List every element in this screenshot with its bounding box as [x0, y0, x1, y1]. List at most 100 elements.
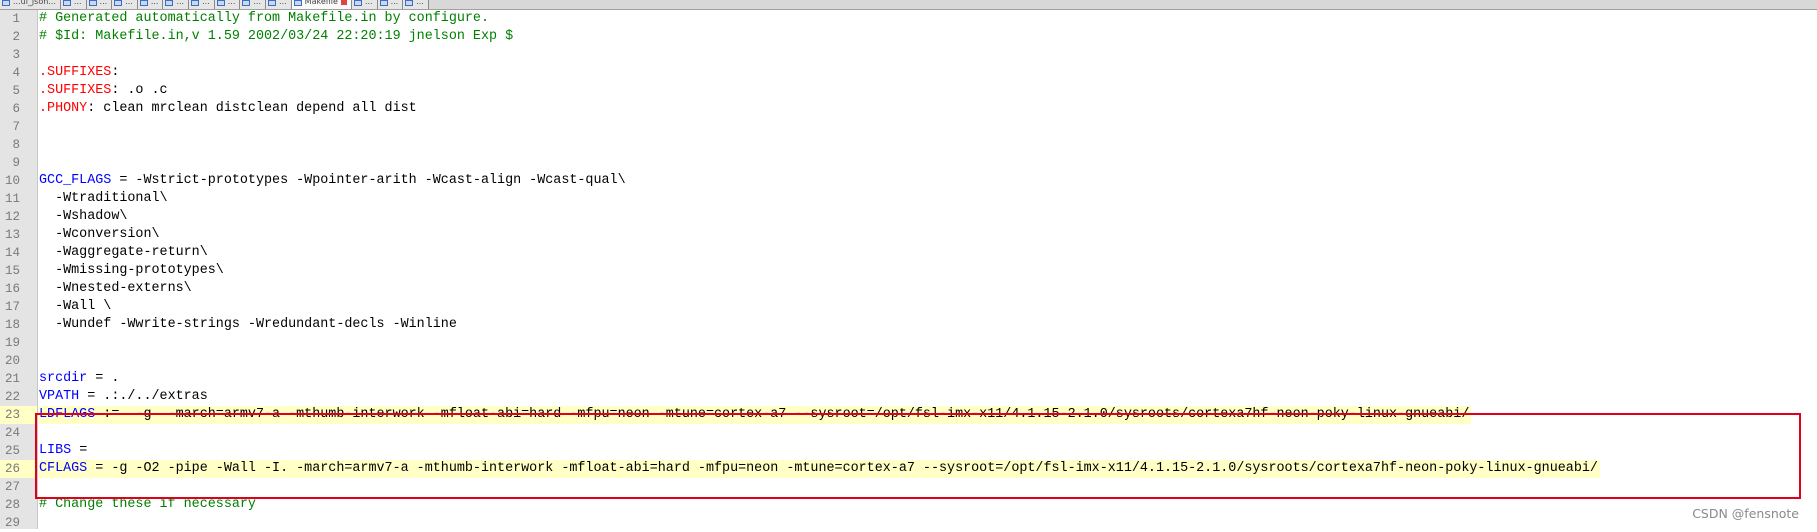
line-number: 14 [4, 246, 20, 260]
line-number: 12 [4, 210, 20, 224]
file-icon [405, 0, 414, 6]
code-line[interactable]: 5 .SUFFIXES: .o .c [0, 82, 1817, 100]
line-number-cell: 12 [0, 208, 37, 226]
line-number-cell: 23 [0, 406, 37, 424]
code-line[interactable]: 6 .PHONY: clean mrclean distclean depend … [0, 100, 1817, 118]
tab-label: ... [364, 0, 373, 6]
code-line[interactable]: 21 srcdir = . [0, 370, 1817, 388]
token-text: : clean mrclean distclean depend all dis… [87, 101, 417, 116]
code-line[interactable]: 3 [0, 46, 1817, 64]
token-text: = . [87, 371, 120, 386]
line-number: 25 [4, 444, 20, 458]
line-content: # Generated automatically from Makefile.… [39, 10, 491, 28]
line-content: # $Id: Makefile.in,v 1.59 2002/03/24 22:… [39, 28, 515, 46]
line-number: 15 [4, 264, 20, 278]
tab-12[interactable]: ... [377, 0, 404, 9]
code-line[interactable]: 1 # Generated automatically from Makefile… [0, 10, 1817, 28]
tab-label: ... [202, 0, 210, 6]
code-line[interactable]: 13 -Wconversion\ [0, 226, 1817, 244]
line-number: 22 [4, 390, 20, 404]
code-line[interactable]: 8 [0, 136, 1817, 154]
token-comment: # $Id: Makefile.in,v 1.59 2002/03/24 22:… [39, 29, 514, 44]
code-line[interactable]: 14 -Waggregate-return\ [0, 244, 1817, 262]
line-number-cell: 9 [0, 154, 37, 172]
line-content [39, 118, 41, 136]
tab-label: ... [73, 0, 82, 6]
code-line[interactable]: 19 [0, 334, 1817, 352]
file-icon [191, 0, 200, 6]
tab-8[interactable]: ... [240, 0, 267, 9]
code-line[interactable]: 18 -Wundef -Wwrite-strings -Wredundant-d… [0, 316, 1817, 334]
selection-highlight-box [35, 413, 1801, 499]
file-icon [379, 0, 388, 6]
token-target: .SUFFIXES [39, 65, 112, 80]
line-content [39, 136, 41, 154]
line-number-cell: 6 [0, 100, 37, 118]
line-number-cell: 10 [0, 172, 37, 190]
tab-11[interactable]: ... [351, 0, 378, 9]
tab-label: ... [227, 0, 236, 6]
tab-label: ... [176, 0, 185, 6]
tab-label: ...ui_json... [13, 0, 56, 6]
code-line[interactable]: 12 -Wshadow\ [0, 208, 1817, 226]
line-number: 13 [4, 228, 20, 242]
tab-bar: ...ui_json..............................… [0, 0, 1817, 10]
token-text: -Wall \ [39, 299, 112, 314]
code-line[interactable]: 9 [0, 154, 1817, 172]
code-line[interactable]: 20 [0, 352, 1817, 370]
tab-2[interactable]: ... [86, 0, 113, 9]
code-line[interactable]: 4 .SUFFIXES: [0, 64, 1817, 82]
tab-9[interactable]: ... [266, 0, 292, 9]
line-number-cell: 25 [0, 442, 37, 460]
code-line[interactable]: 17 -Wall \ [0, 298, 1817, 316]
line-content: -Wshadow\ [39, 208, 129, 226]
line-number-cell: 21 [0, 370, 37, 388]
line-number: 3 [12, 48, 20, 62]
line-content: srcdir = . [39, 370, 121, 388]
line-content: .SUFFIXES: .o .c [39, 82, 170, 100]
tab-6[interactable]: ... [189, 0, 215, 9]
token-var: GCC_FLAGS [39, 173, 112, 188]
file-icon [88, 0, 97, 6]
line-number-cell: 18 [0, 316, 37, 334]
tab-4[interactable]: ... [137, 0, 164, 9]
tab-13[interactable]: ... [403, 0, 429, 9]
token-text: -Wmissing-prototypes\ [39, 263, 224, 278]
close-icon[interactable] [340, 0, 347, 5]
code-line[interactable]: 2 # $Id: Makefile.in,v 1.59 2002/03/24 22… [0, 28, 1817, 46]
code-line[interactable]: 29 [0, 514, 1817, 532]
line-content [39, 352, 41, 370]
tab-0[interactable]: ...ui_json... [0, 0, 61, 9]
line-number: 17 [4, 300, 20, 314]
tab-5[interactable]: ... [163, 0, 190, 9]
tab-label: ... [279, 0, 287, 6]
line-number: 28 [4, 498, 20, 512]
code-line[interactable]: 16 -Wnested-externs\ [0, 280, 1817, 298]
code-line[interactable]: 22 VPATH = .:./../extras [0, 388, 1817, 406]
line-number: 27 [4, 480, 20, 494]
token-target: .PHONY [39, 101, 88, 116]
file-icon [268, 0, 277, 6]
line-content [39, 154, 41, 172]
tab-3[interactable]: ... [112, 0, 138, 9]
line-number: 18 [4, 318, 20, 332]
line-number-cell: 22 [0, 388, 37, 406]
code-line[interactable]: 10 GCC_FLAGS = -Wstrict-prototypes -Wpoin… [0, 172, 1817, 190]
code-line[interactable]: 7 [0, 118, 1817, 136]
tab-label: ... [390, 0, 399, 6]
line-content: -Wconversion\ [39, 226, 162, 244]
line-number-cell: 3 [0, 46, 37, 64]
token-text: = .:./../extras [79, 389, 208, 404]
line-number: 2 [12, 30, 20, 44]
token-comment: # Change these if necessary [39, 497, 256, 512]
line-number-cell: 27 [0, 478, 37, 496]
tab-10[interactable]: Makefile [291, 0, 352, 9]
code-line[interactable]: 15 -Wmissing-prototypes\ [0, 262, 1817, 280]
token-text: : .o .c [111, 83, 168, 98]
code-editor[interactable]: 1 # Generated automatically from Makefile… [0, 10, 1817, 532]
tab-7[interactable]: ... [214, 0, 241, 9]
line-content: GCC_FLAGS = -Wstrict-prototypes -Wpointe… [39, 172, 628, 190]
tab-1[interactable]: ... [60, 0, 87, 9]
token-text: -Wnested-externs\ [39, 281, 192, 296]
code-line[interactable]: 11 -Wtraditional\ [0, 190, 1817, 208]
